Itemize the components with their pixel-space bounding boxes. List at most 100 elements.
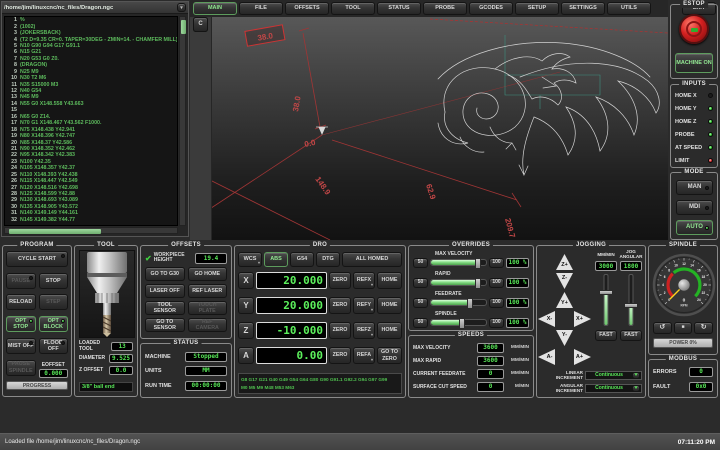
linear-jog-slider[interactable]: [599, 274, 613, 326]
override-min-button[interactable]: 50: [413, 258, 428, 268]
rapid-slider[interactable]: [430, 279, 487, 286]
override-max-button[interactable]: 100: [489, 278, 504, 288]
ref-x-button[interactable]: REFX▾: [353, 272, 375, 289]
pause-spindle-button[interactable]: PAUSE SPINDLE: [6, 360, 36, 376]
override-min-button[interactable]: 50: [413, 298, 428, 308]
gcode-horizontal-scroll-thumb[interactable]: [9, 229, 101, 234]
linear-fast-button[interactable]: FAST: [595, 330, 617, 341]
gcode-vertical-scroll-thumb[interactable]: [181, 20, 186, 34]
abs-button[interactable]: ABS: [264, 252, 288, 267]
gcode-line[interactable]: 32 N145 X149.382 Y44.77: [5, 217, 177, 223]
jog-z-plus-button[interactable]: Z+: [556, 254, 573, 270]
menu-tab[interactable]: FILE: [239, 2, 283, 15]
gcode-file-dropdown-button[interactable]: ▾: [177, 3, 186, 12]
slider-handle[interactable]: [467, 298, 473, 309]
override-max-button[interactable]: 100: [489, 318, 504, 328]
angular-fast-button[interactable]: FAST: [620, 330, 642, 341]
jog-x-minus-button[interactable]: X-: [538, 311, 555, 327]
menu-tab[interactable]: SETTINGS: [561, 2, 605, 15]
menu-tab[interactable]: PROBE: [423, 2, 467, 15]
jog-y-plus-button[interactable]: Y+: [556, 292, 573, 308]
gcode-vertical-scrollbar[interactable]: [179, 16, 186, 226]
spindle-stop-button[interactable]: ■: [674, 322, 693, 334]
slider-handle[interactable]: [475, 278, 481, 289]
zero-x-button[interactable]: ZERO: [329, 272, 351, 289]
override-min-button[interactable]: 50: [413, 278, 428, 288]
menu-tab[interactable]: TOOL: [331, 2, 375, 15]
feedrate-slider[interactable]: [430, 299, 487, 306]
menu-tab[interactable]: OFFSETS: [285, 2, 329, 15]
go-to-zero-button[interactable]: GO TO ZERO: [377, 347, 402, 364]
zero-y-button[interactable]: ZERO: [329, 297, 351, 314]
override-max-button[interactable]: 100: [489, 298, 504, 308]
opt-stop-button[interactable]: OPT STOP: [6, 316, 36, 332]
zero-a-button[interactable]: ZERO: [329, 347, 351, 364]
jog-a-plus-button[interactable]: A+: [574, 349, 591, 365]
home-z-button[interactable]: HOME: [377, 322, 402, 339]
g54-button[interactable]: G54: [290, 252, 314, 267]
zero-z-button[interactable]: ZERO: [329, 322, 351, 339]
flood-button[interactable]: FLOOD OFF: [39, 338, 69, 354]
axis-a-button[interactable]: A: [238, 347, 254, 364]
axis-y-button[interactable]: Y: [238, 297, 254, 314]
spindle-slider[interactable]: [430, 319, 487, 326]
slider-handle[interactable]: [624, 303, 638, 308]
gcode-preview-plot[interactable]: 38.0 38.0 0.0 148.9 62.9 209.7: [190, 17, 668, 240]
offsets-button[interactable]: REF CAMERA: [188, 318, 228, 332]
offsets-button[interactable]: GO TO SENSOR: [145, 318, 185, 332]
override-min-button[interactable]: 50: [413, 318, 428, 328]
mode-man-button[interactable]: MAN: [676, 180, 713, 195]
mode-auto-button[interactable]: AUTO: [676, 220, 713, 235]
ref-z-button[interactable]: REFZ▾: [353, 322, 375, 339]
gcode-horizontal-scrollbar[interactable]: [4, 227, 178, 234]
jog-y-minus-button[interactable]: Y-: [556, 330, 573, 346]
gcode-listing[interactable]: 1 % 2 (1002) 3 (JOKERSBACK) 4 (T2 D=9.35…: [4, 16, 178, 226]
offsets-button[interactable]: TOOL SENSOR: [145, 301, 185, 315]
jog-x-plus-button[interactable]: X+: [574, 311, 591, 327]
reload-button[interactable]: RELOAD: [6, 294, 36, 310]
offsets-button[interactable]: TOUCH PLATE: [188, 301, 228, 315]
opt-block-button[interactable]: OPT BLOCK: [39, 316, 69, 332]
menu-tab[interactable]: MAIN: [193, 2, 237, 15]
slider-handle[interactable]: [475, 258, 481, 269]
menu-tab[interactable]: GCODES: [469, 2, 513, 15]
home-x-button[interactable]: HOME: [377, 272, 402, 289]
cycle-start-button[interactable]: CYCLE START: [6, 251, 68, 267]
offsets-button[interactable]: REF LASER: [188, 284, 228, 298]
home-y-button[interactable]: HOME: [377, 297, 402, 314]
dtg-button[interactable]: DTG: [316, 252, 340, 267]
gcode-line[interactable]: 4 (T2 D=9.35 CR=0. TAPER=30DEG - ZMIN=14…: [5, 36, 177, 42]
offsets-button[interactable]: LASER OFF: [145, 284, 185, 298]
spindle-ccw-button[interactable]: ↺: [653, 322, 672, 334]
spindle-cw-button[interactable]: ↻: [694, 322, 713, 334]
menu-tab[interactable]: STATUS: [377, 2, 421, 15]
offsets-button[interactable]: GO HOME: [188, 267, 228, 281]
angular-increment-combo[interactable]: Continuous ▾: [585, 384, 642, 393]
mode-mdi-button[interactable]: MDI: [676, 200, 713, 215]
plot-tool-button[interactable]: C: [193, 17, 208, 32]
ref-y-button[interactable]: REFY▾: [353, 297, 375, 314]
menu-tab[interactable]: UTILS: [607, 2, 651, 15]
combo-dropdown-button[interactable]: ▾: [632, 372, 640, 379]
estop-button[interactable]: [679, 14, 709, 44]
wcs-dropdown[interactable]: WCS▾: [238, 252, 262, 267]
jog-a-minus-button[interactable]: A-: [538, 349, 555, 365]
offsets-button[interactable]: GO TO G30: [145, 267, 185, 281]
max-velocity-slider[interactable]: [430, 259, 487, 266]
jog-z-minus-button[interactable]: Z-: [556, 273, 573, 289]
linear-increment-combo[interactable]: Continuous ▾: [585, 371, 642, 380]
step-button[interactable]: STEP: [39, 294, 69, 310]
angular-jog-slider[interactable]: [624, 274, 638, 326]
menu-tab[interactable]: SETUP: [515, 2, 559, 15]
slider-handle[interactable]: [599, 290, 613, 295]
ref-a-button[interactable]: REFA▾: [353, 347, 375, 364]
axis-x-button[interactable]: X: [238, 272, 254, 289]
all-homed-button[interactable]: ALL HOMED: [342, 252, 402, 267]
mist-button[interactable]: MIST OFF: [6, 338, 36, 354]
combo-dropdown-button[interactable]: ▾: [632, 385, 640, 392]
axis-z-button[interactable]: Z: [238, 322, 254, 339]
machine-on-button[interactable]: MACHINE ON: [675, 53, 713, 73]
slider-handle[interactable]: [459, 318, 465, 329]
override-max-button[interactable]: 100: [489, 258, 504, 268]
pause-button[interactable]: PAUSE: [6, 273, 36, 289]
